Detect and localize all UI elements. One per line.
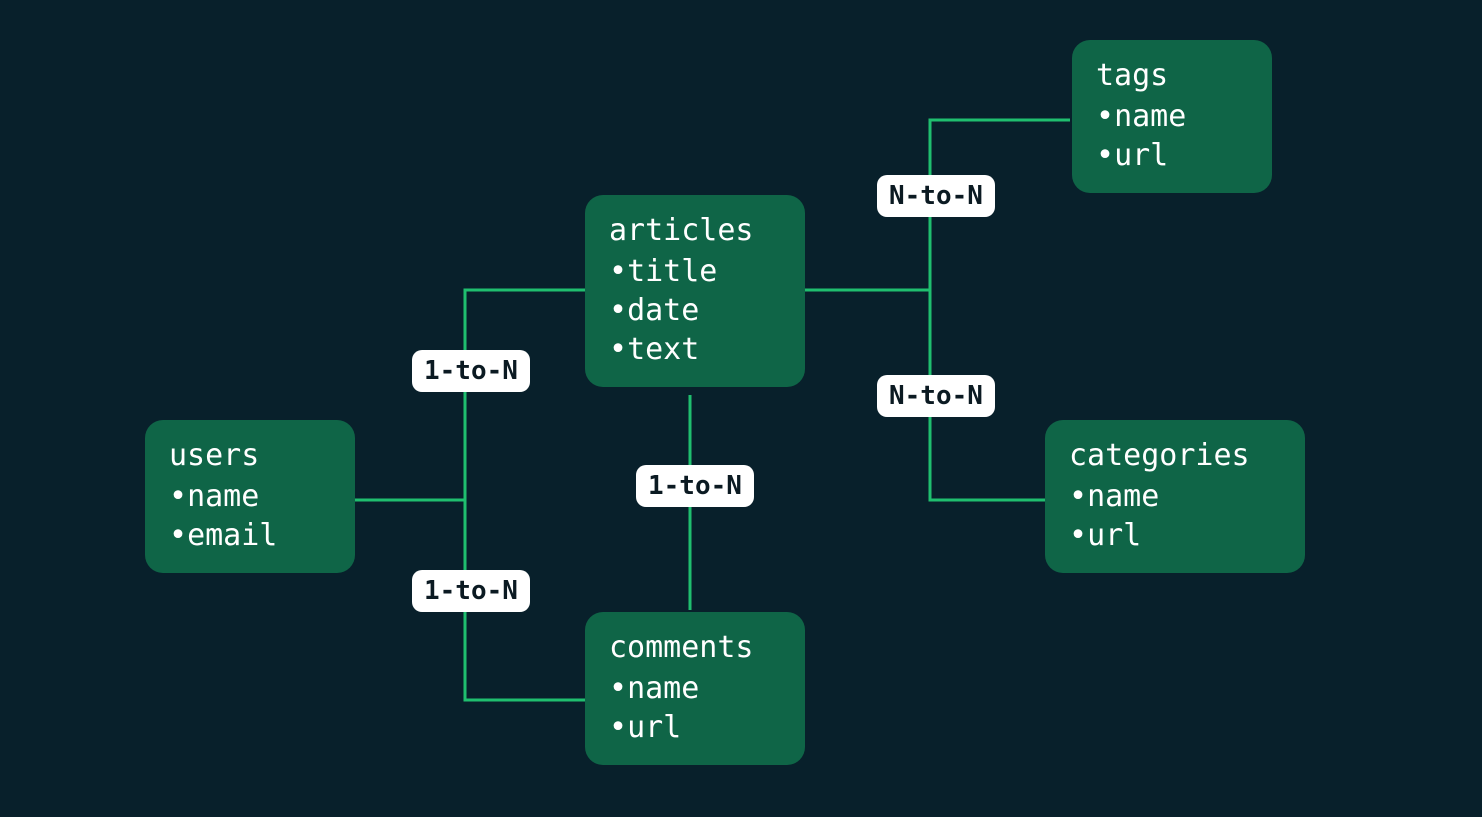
entity-tags: tags •name •url [1072, 40, 1272, 193]
entity-users-field-email: •email [169, 516, 331, 555]
entity-tags-field-url: •url [1096, 136, 1248, 175]
entity-tags-field-name: •name [1096, 97, 1248, 136]
entity-articles-title: articles [609, 211, 781, 250]
entity-articles-field-text: •text [609, 330, 781, 369]
rel-users-comments: 1-to-N [412, 570, 530, 612]
entity-articles-field-date: •date [609, 291, 781, 330]
entity-categories-field-name: •name [1069, 477, 1281, 516]
entity-tags-title: tags [1096, 56, 1248, 95]
entity-comments-field-name: •name [609, 669, 781, 708]
entity-categories: categories •name •url [1045, 420, 1305, 573]
entity-users-title: users [169, 436, 331, 475]
diagram-canvas: users •name •email articles •title •date… [0, 0, 1482, 817]
rel-articles-categories: N-to-N [877, 375, 995, 417]
entity-comments-field-url: •url [609, 708, 781, 747]
entity-articles: articles •title •date •text [585, 195, 805, 387]
entity-categories-field-url: •url [1069, 516, 1281, 555]
rel-articles-comments: 1-to-N [636, 465, 754, 507]
entity-comments-title: comments [609, 628, 781, 667]
entity-users: users •name •email [145, 420, 355, 573]
entity-articles-field-title: •title [609, 252, 781, 291]
entity-users-field-name: •name [169, 477, 331, 516]
rel-users-articles: 1-to-N [412, 350, 530, 392]
rel-articles-tags: N-to-N [877, 175, 995, 217]
entity-comments: comments •name •url [585, 612, 805, 765]
entity-categories-title: categories [1069, 436, 1281, 475]
